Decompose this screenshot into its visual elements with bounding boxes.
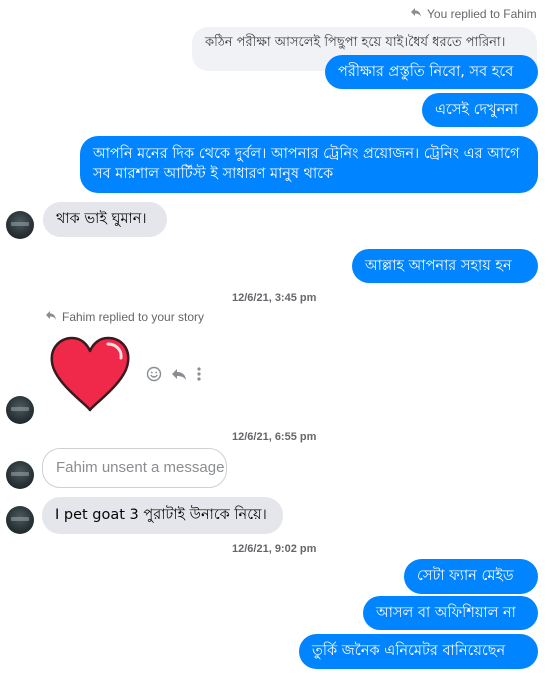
avatar[interactable] (6, 396, 34, 424)
quoted-message-text: কঠিন পরীক্ষা আসলেই পিছুপা হয়ে যাই।ধৈর্য… (205, 35, 506, 50)
message-outgoing[interactable]: পরীক্ষার প্রস্তুতি নিবো, সব হবে (325, 55, 538, 89)
message-text: পরীক্ষার প্রস্তুতি নিবো, সব হবে (338, 64, 514, 80)
smiley-icon[interactable] (146, 366, 162, 382)
unsent-text: Fahim unsent a message (56, 459, 225, 476)
message-text: থাক ভাই ঘুমান। (56, 211, 147, 227)
message-outgoing[interactable]: এসেই দেখুননা (422, 93, 538, 127)
message-outgoing[interactable]: তুর্কি জনৈক এনিমেটর বানিয়েছেন (299, 634, 538, 669)
message-outgoing[interactable]: আসল বা অফিশিয়াল না (363, 596, 538, 630)
timestamp: 12/6/21, 3:45 pm (232, 292, 317, 304)
reply-header-you: You replied to Fahim (410, 6, 537, 21)
message-text: আল্লাহ আপনার সহায় হন (365, 258, 512, 274)
avatar[interactable] (6, 461, 34, 489)
timestamp: 12/6/21, 9:02 pm (232, 543, 317, 555)
message-outgoing[interactable]: আপনি মনের দিক থেকে দুর্বল। আপনার ট্রেনিং… (80, 136, 538, 193)
unsent-message-notice: Fahim unsent a message (42, 448, 227, 488)
message-text: আসল বা অফিশিয়াল না (376, 605, 516, 621)
more-options-icon[interactable] (196, 366, 202, 382)
message-incoming[interactable]: I pet goat 3 পুরাটাই উনাকে নিয়ে। (42, 497, 283, 534)
reply-arrow-icon (45, 309, 57, 324)
timestamp: 12/6/21, 6:55 pm (232, 431, 317, 443)
message-text: তুর্কি জনৈক এনিমেটর বানিয়েছেন (312, 643, 506, 659)
message-text: I pet goat 3 পুরাটাই উনাকে নিয়ে। (55, 507, 267, 523)
message-text: আপনি মনের দিক থেকে দুর্বল। আপনার ট্রেনিং… (93, 146, 520, 182)
heart-sticker[interactable] (48, 334, 132, 414)
message-outgoing[interactable]: আল্লাহ আপনার সহায় হন (352, 249, 538, 283)
reply-header-text: You replied to Fahim (427, 6, 537, 21)
reply-arrow-icon (410, 6, 422, 21)
avatar[interactable] (6, 506, 34, 534)
reply-icon[interactable] (170, 366, 188, 382)
heart-icon (50, 336, 130, 412)
message-outgoing[interactable]: সেটা ফ্যান মেইড (404, 559, 538, 594)
story-reply-text: Fahim replied to your story (62, 309, 205, 324)
message-incoming[interactable]: থাক ভাই ঘুমান। (43, 202, 167, 237)
avatar[interactable] (6, 211, 34, 239)
message-text: সেটা ফ্যান মেইড (417, 568, 514, 584)
message-text: এসেই দেখুননা (435, 102, 519, 118)
message-actions (146, 366, 202, 382)
story-reply-header: Fahim replied to your story (45, 309, 204, 324)
